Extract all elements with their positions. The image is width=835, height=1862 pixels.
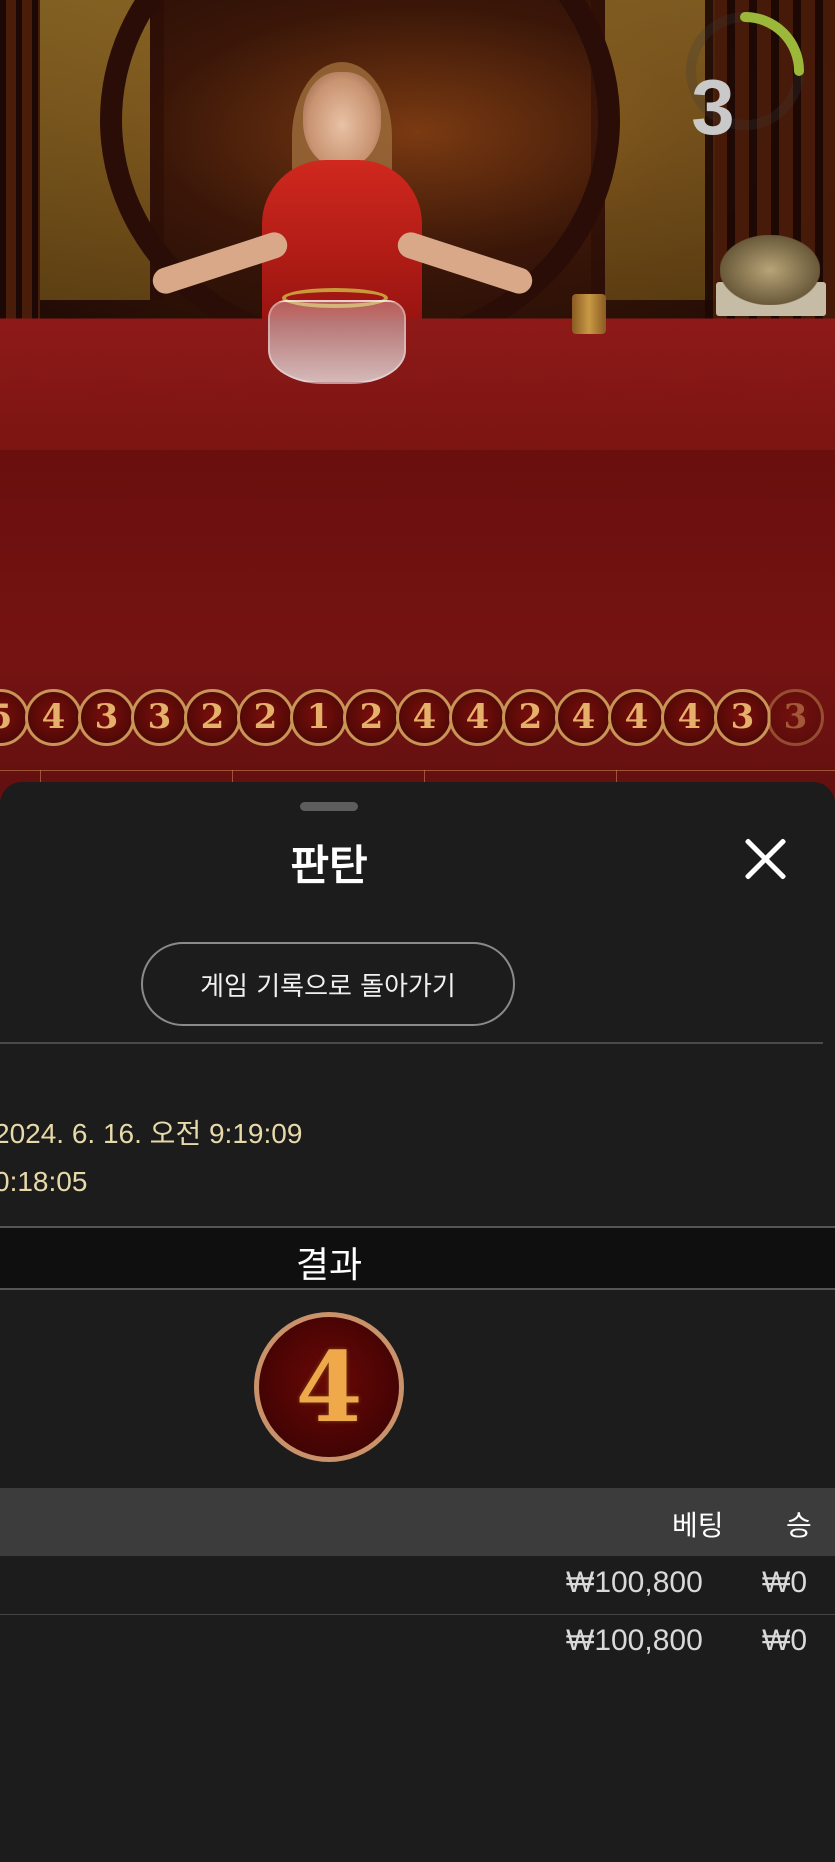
countdown-progress-arc xyxy=(740,12,804,76)
table-row: ₩100,800 ₩0 xyxy=(0,1556,835,1615)
history-coin: 2 xyxy=(184,688,241,746)
history-coin: 2 xyxy=(237,688,294,746)
history-coin: 4 xyxy=(25,688,82,746)
bead-bowl xyxy=(268,300,406,384)
history-coin: 2 xyxy=(502,688,559,746)
column-bet: 베팅 xyxy=(672,1509,724,1542)
win-amount: ₩0 xyxy=(762,1624,807,1657)
result-label: 결과 xyxy=(295,1245,363,1286)
round-detail-sheet: 판탄 게임 기록으로 돌아가기 2024. 6. 16. 오전 9:19:09 … xyxy=(0,782,835,1862)
dragon-statue xyxy=(720,235,820,305)
history-coin: 4 xyxy=(555,688,612,746)
result-coin: 4 xyxy=(254,1312,404,1462)
back-to-history-button[interactable]: 게임 기록으로 돌아가기 xyxy=(141,942,515,1026)
round-date: 2024. 6. 16. 오전 9:19:09 xyxy=(0,1118,303,1149)
close-icon[interactable] xyxy=(740,834,790,884)
history-coin: 3 xyxy=(78,688,135,746)
history-coin: 3 xyxy=(767,688,824,746)
history-coin: 4 xyxy=(661,688,718,746)
history-coin: 4 xyxy=(608,688,665,746)
sheet-drag-handle[interactable] xyxy=(300,802,358,811)
history-coin: 2 xyxy=(343,688,400,746)
countdown-seconds: 3 xyxy=(691,63,735,151)
result-value: 4 xyxy=(295,1331,363,1444)
history-coin: 4 xyxy=(449,688,506,746)
divider xyxy=(0,1042,823,1044)
history-coin: 1 xyxy=(290,688,347,746)
round-time: 0:18:05 xyxy=(0,1166,88,1197)
table-row: ₩100,800 ₩0 xyxy=(0,1614,835,1672)
brass-cup xyxy=(572,294,606,334)
result-history-strip[interactable]: 5433221244244433 xyxy=(0,682,835,752)
live-video: 3 5433221244244433 xyxy=(0,0,835,800)
column-win: 승 xyxy=(786,1509,812,1542)
sheet-title: 판탄 xyxy=(290,841,368,890)
bet-amount: ₩100,800 xyxy=(566,1624,703,1657)
bets-table-header: 베팅 승 xyxy=(0,1488,835,1556)
win-amount: ₩0 xyxy=(762,1566,807,1599)
bet-amount: ₩100,800 xyxy=(566,1566,703,1599)
dealer-face xyxy=(303,72,381,168)
result-header: 결과 xyxy=(0,1226,835,1290)
history-coin: 3 xyxy=(131,688,188,746)
history-coin: 3 xyxy=(714,688,771,746)
history-coin: 4 xyxy=(396,688,453,746)
